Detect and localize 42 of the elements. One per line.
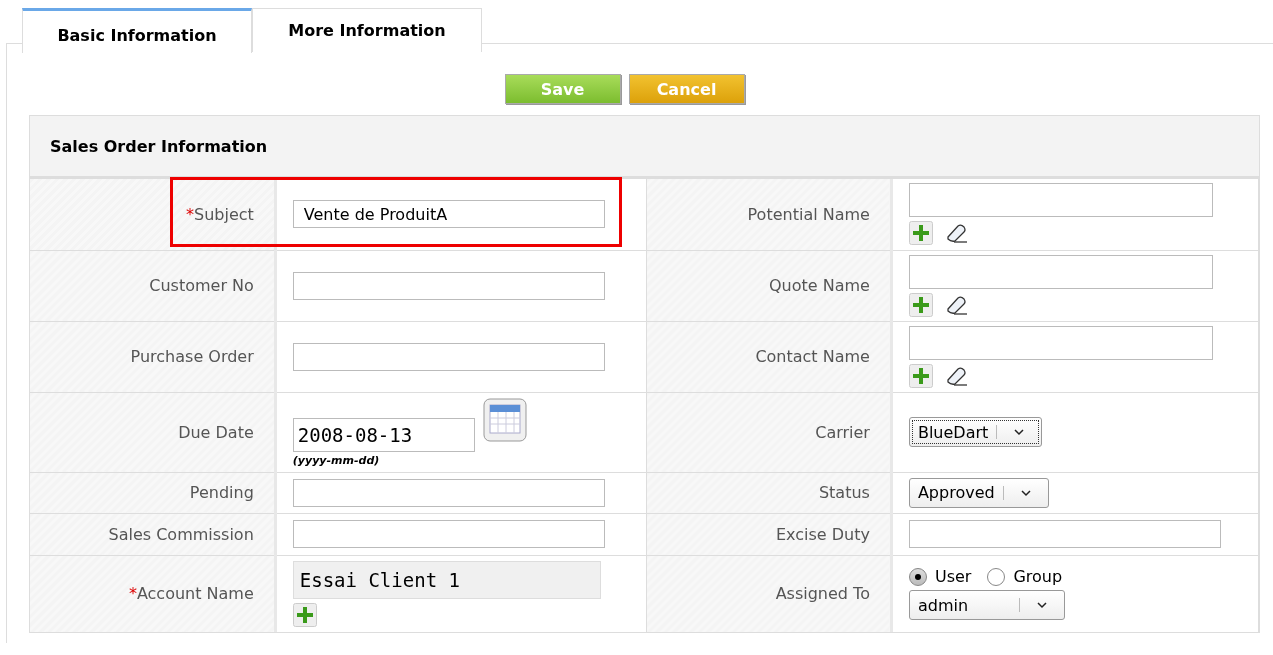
field-label: Quote Name — [769, 276, 870, 295]
text-field[interactable] — [908, 325, 1213, 360]
field-label: *Account Name — [128, 584, 254, 604]
field-label: Sales Commission — [108, 524, 254, 544]
field-label: Status — [818, 483, 870, 502]
date-format-hint: (yyyy-mm-dd) — [292, 453, 381, 467]
field-label: Due Date — [178, 422, 254, 442]
field-label: *Subject — [186, 204, 254, 224]
text-field[interactable] — [292, 478, 605, 507]
field-label: Assigned To — [775, 584, 870, 604]
field-label: Carrier — [815, 422, 870, 442]
field-label: Customer No — [149, 276, 254, 295]
radio-button[interactable] — [908, 567, 927, 586]
calendar-icon[interactable] — [482, 397, 527, 442]
radio-button[interactable] — [987, 567, 1006, 586]
text-field[interactable]: Vente de ProduitA — [292, 200, 605, 229]
text-field[interactable] — [292, 342, 605, 371]
dropdown[interactable]: BlueDart — [908, 417, 1043, 447]
radio-label: Group — [1013, 567, 1063, 587]
add-icon[interactable] — [908, 292, 933, 317]
text-field[interactable] — [292, 271, 605, 300]
account-field[interactable]: Essai Client 1 — [292, 560, 601, 599]
eraser-icon[interactable] — [944, 222, 969, 245]
field-label: Potential Name — [747, 204, 870, 224]
add-icon[interactable] — [908, 363, 933, 388]
tab[interactable]: More Information — [252, 8, 482, 52]
date-field[interactable]: 2008-08-13 — [292, 417, 475, 452]
field-label: Excise Duty — [775, 524, 870, 544]
dropdown[interactable]: admin — [908, 590, 1065, 621]
radio-label: User — [934, 567, 972, 587]
dropdown[interactable]: Approved — [908, 477, 1049, 508]
add-icon[interactable] — [292, 602, 317, 627]
add-icon[interactable] — [908, 221, 933, 246]
text-field[interactable] — [908, 254, 1213, 289]
section-title: Sales Order Information — [30, 116, 1259, 179]
tab[interactable]: Basic Information — [22, 8, 252, 53]
field-label: Pending — [189, 483, 254, 502]
field-label: Contact Name — [755, 347, 870, 366]
text-field[interactable] — [908, 520, 1221, 548]
text-field[interactable] — [908, 183, 1213, 218]
text-field[interactable] — [292, 520, 605, 548]
field-label: Purchase Order — [130, 347, 254, 366]
